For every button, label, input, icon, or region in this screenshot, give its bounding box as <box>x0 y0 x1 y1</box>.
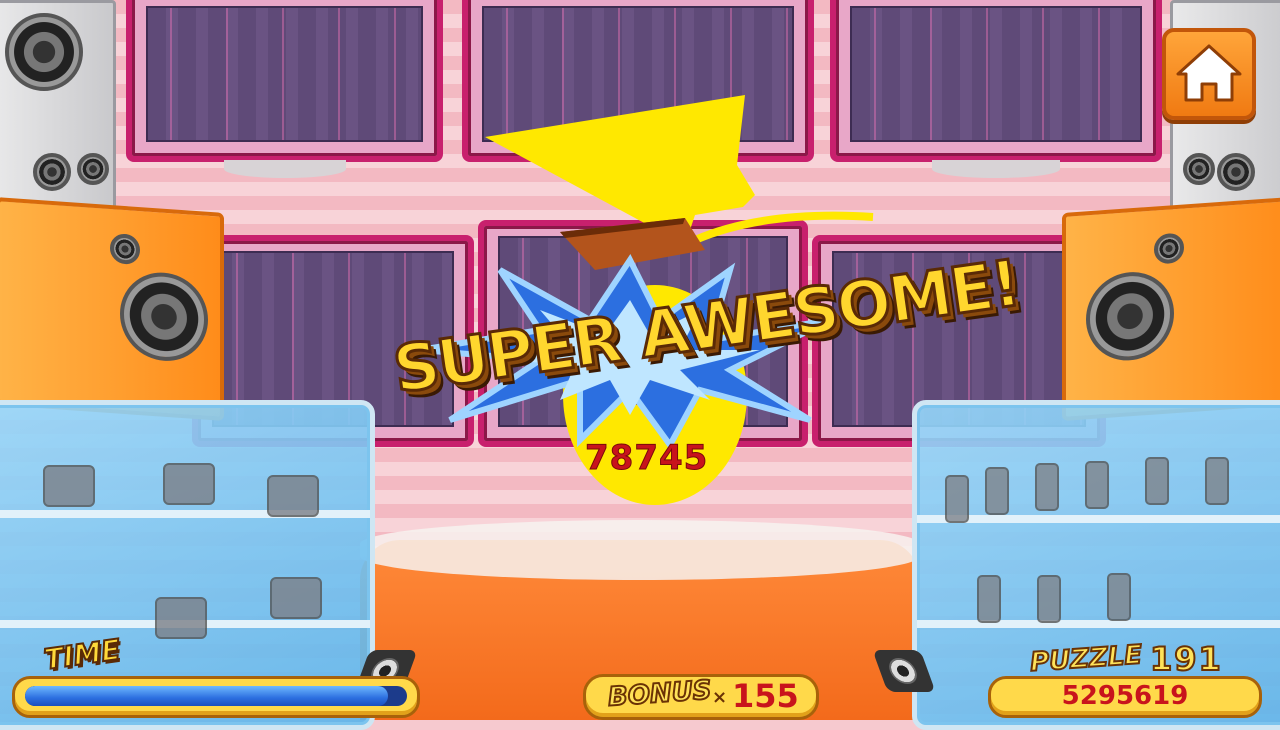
home-icon <box>1176 44 1242 102</box>
score-panel: 5295619 <box>988 676 1262 718</box>
time-track <box>25 686 407 706</box>
bonus-label: BONUS <box>606 674 713 713</box>
puzzle-number: 191 <box>1149 639 1223 679</box>
speaker-orange-right <box>1062 196 1280 422</box>
time-fill <box>25 686 388 706</box>
bonus-multiplier-symbol: × <box>712 687 728 708</box>
bonus-panel: BONUS × 155 <box>583 674 819 720</box>
stage-platform <box>360 520 920 580</box>
time-meter <box>12 676 420 718</box>
bonus-value: 155 <box>732 677 799 715</box>
speaker-orange-left <box>0 197 224 421</box>
points-popup: 78745 <box>584 438 709 479</box>
total-score: 5295619 <box>1061 681 1189 711</box>
monitor-top-left <box>126 0 443 178</box>
home-button[interactable] <box>1162 28 1256 120</box>
